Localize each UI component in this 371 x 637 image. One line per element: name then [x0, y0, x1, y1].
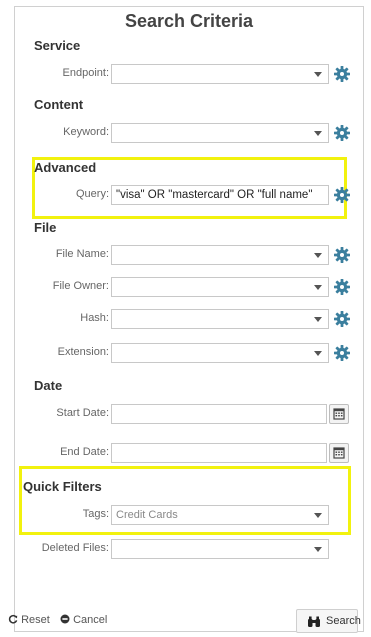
gear-icon[interactable]	[333, 65, 351, 83]
calendar-button[interactable]	[329, 404, 349, 424]
panel-title: Search Criteria	[124, 11, 254, 31]
gear-icon[interactable]	[333, 344, 351, 362]
reset-button[interactable]: Reset	[8, 614, 50, 626]
end-date-label: End Date:	[60, 446, 109, 458]
file-owner-row: File Owner:	[15, 277, 365, 297]
binoculars-icon	[308, 616, 320, 627]
tags-value: Credit Cards	[116, 509, 178, 521]
cancel-label: Cancel	[73, 614, 108, 626]
query-input[interactable]: "visa" OR "mastercard" OR "full name"	[111, 185, 329, 205]
endpoint-label: Endpoint:	[62, 67, 109, 79]
search-criteria-panel: Search Criteria Service Endpoint: Conten…	[14, 6, 364, 632]
section-content: Content	[34, 97, 84, 112]
extension-select[interactable]	[111, 343, 329, 363]
deleted-files-label: Deleted Files:	[41, 542, 109, 554]
calendar-button[interactable]	[329, 443, 349, 463]
tags-label: Tags:	[82, 508, 109, 520]
chevron-down-icon	[314, 351, 322, 356]
hash-row: Hash:	[15, 309, 365, 329]
chevron-down-icon	[314, 253, 322, 258]
start-date-row: Start Date:	[15, 404, 365, 424]
file-owner-label: File Owner:	[52, 280, 109, 292]
section-date: Date	[34, 378, 63, 393]
deleted-files-select[interactable]	[111, 539, 329, 559]
endpoint-row: Endpoint:	[15, 64, 365, 84]
gear-icon[interactable]	[333, 310, 351, 328]
keyword-label: Keyword:	[63, 126, 109, 138]
section-quick-filters: Quick Filters	[23, 479, 102, 494]
query-label: Query:	[75, 188, 109, 200]
chevron-down-icon	[314, 72, 322, 77]
chevron-down-icon	[314, 131, 322, 136]
calendar-icon	[333, 408, 345, 420]
tags-select[interactable]: Credit Cards	[111, 505, 329, 525]
section-advanced: Advanced	[34, 160, 97, 175]
hash-label: Hash:	[80, 312, 109, 324]
endpoint-select[interactable]	[111, 64, 329, 84]
chevron-down-icon	[314, 285, 322, 290]
extension-label: Extension:	[57, 346, 109, 358]
chevron-down-icon	[314, 547, 322, 552]
start-date-label: Start Date:	[56, 407, 109, 419]
cancel-icon	[60, 614, 70, 624]
extension-row: Extension:	[15, 343, 365, 363]
keyword-select[interactable]	[111, 123, 329, 143]
hash-select[interactable]	[111, 309, 329, 329]
query-row: Query: "visa" OR "mastercard" OR "full n…	[15, 185, 365, 205]
search-button[interactable]: Search	[296, 609, 361, 633]
chevron-down-icon	[314, 317, 322, 322]
file-name-row: File Name:	[15, 245, 365, 265]
deleted-files-row: Deleted Files:	[15, 539, 365, 559]
file-name-select[interactable]	[111, 245, 329, 265]
cancel-button[interactable]: Cancel	[60, 614, 107, 626]
calendar-icon	[333, 447, 345, 459]
reset-icon	[8, 614, 18, 624]
gear-icon[interactable]	[333, 246, 351, 264]
reset-label: Reset	[21, 614, 50, 626]
gear-icon[interactable]	[333, 278, 351, 296]
section-file: File	[34, 220, 57, 235]
file-owner-select[interactable]	[111, 277, 329, 297]
gear-icon[interactable]	[333, 124, 351, 142]
section-service: Service	[34, 38, 81, 53]
file-name-label: File Name:	[55, 248, 109, 260]
start-date-input[interactable]	[111, 404, 327, 424]
end-date-input[interactable]	[111, 443, 327, 463]
gear-icon[interactable]	[333, 186, 351, 204]
tags-row: Tags: Credit Cards	[15, 505, 365, 525]
search-label: Search	[326, 615, 361, 627]
keyword-row: Keyword:	[15, 123, 365, 143]
end-date-row: End Date:	[15, 443, 365, 463]
chevron-down-icon	[314, 513, 322, 518]
